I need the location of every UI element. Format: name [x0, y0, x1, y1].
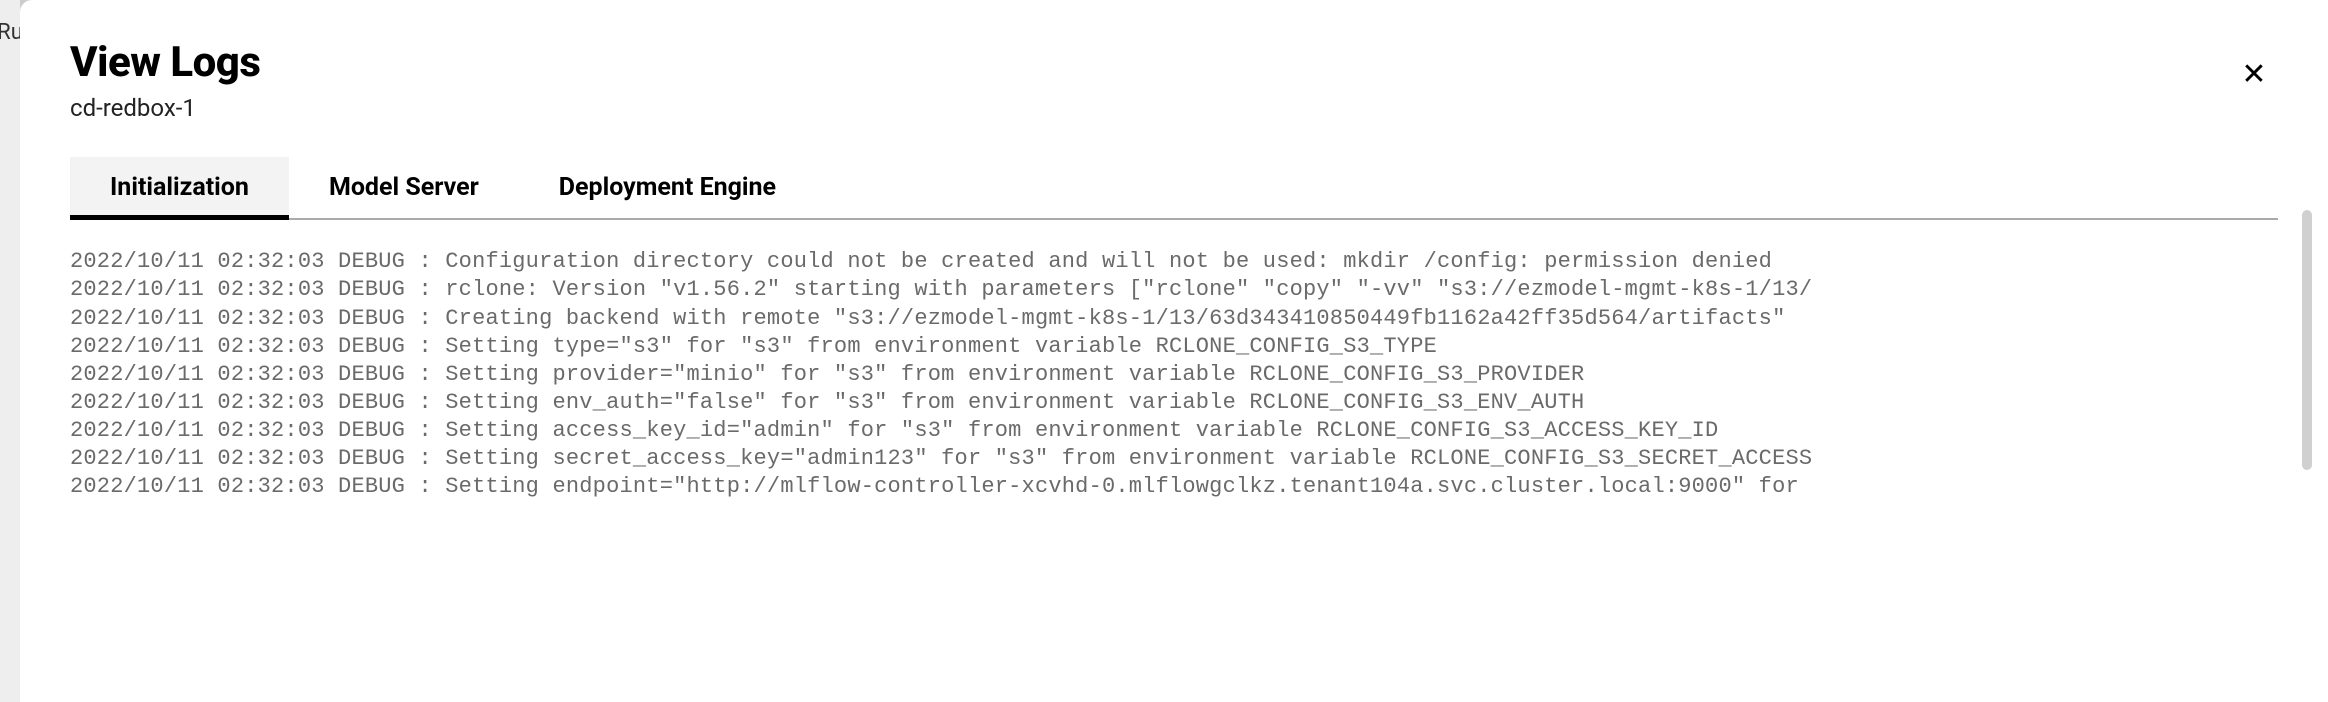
tab-model-server[interactable]: Model Server: [289, 157, 519, 218]
log-line: 2022/10/11 02:32:03 DEBUG : Setting prov…: [70, 361, 2278, 389]
log-line: 2022/10/11 02:32:03 DEBUG : Setting env_…: [70, 389, 2278, 417]
close-button[interactable]: ✕: [2230, 50, 2278, 98]
log-line: 2022/10/11 02:32:03 DEBUG : Setting acce…: [70, 417, 2278, 445]
log-line: 2022/10/11 02:32:03 DEBUG : rclone: Vers…: [70, 276, 2278, 304]
log-line: 2022/10/11 02:32:03 DEBUG : Creating bac…: [70, 305, 2278, 333]
close-icon: ✕: [2241, 57, 2266, 92]
tab-label: Initialization: [110, 173, 249, 202]
log-line: 2022/10/11 02:32:03 DEBUG : Setting endp…: [70, 473, 2278, 501]
tab-label: Deployment Engine: [559, 173, 776, 202]
tab-label: Model Server: [329, 173, 479, 202]
tab-initialization[interactable]: Initialization: [70, 157, 289, 218]
tabs-bar: Initialization Model Server Deployment E…: [70, 157, 2278, 220]
modal-title: View Logs: [70, 40, 260, 86]
tab-deployment-engine[interactable]: Deployment Engine: [519, 157, 816, 218]
log-line: 2022/10/11 02:32:03 DEBUG : Setting type…: [70, 333, 2278, 361]
modal-subtitle: cd-redbox-1: [70, 94, 260, 122]
view-logs-modal: View Logs cd-redbox-1 ✕ Initialization M…: [20, 0, 2328, 702]
backdrop-sidebar: Ru: [0, 0, 20, 702]
log-line: 2022/10/11 02:32:03 DEBUG : Configuratio…: [70, 248, 2278, 276]
scrollbar-thumb[interactable]: [2302, 210, 2312, 470]
modal-header: View Logs cd-redbox-1 ✕: [70, 40, 2278, 122]
log-container[interactable]: 2022/10/11 02:32:03 DEBUG : Configuratio…: [70, 248, 2278, 702]
log-line: 2022/10/11 02:32:03 DEBUG : Setting secr…: [70, 445, 2278, 473]
header-text: View Logs cd-redbox-1: [70, 40, 260, 122]
